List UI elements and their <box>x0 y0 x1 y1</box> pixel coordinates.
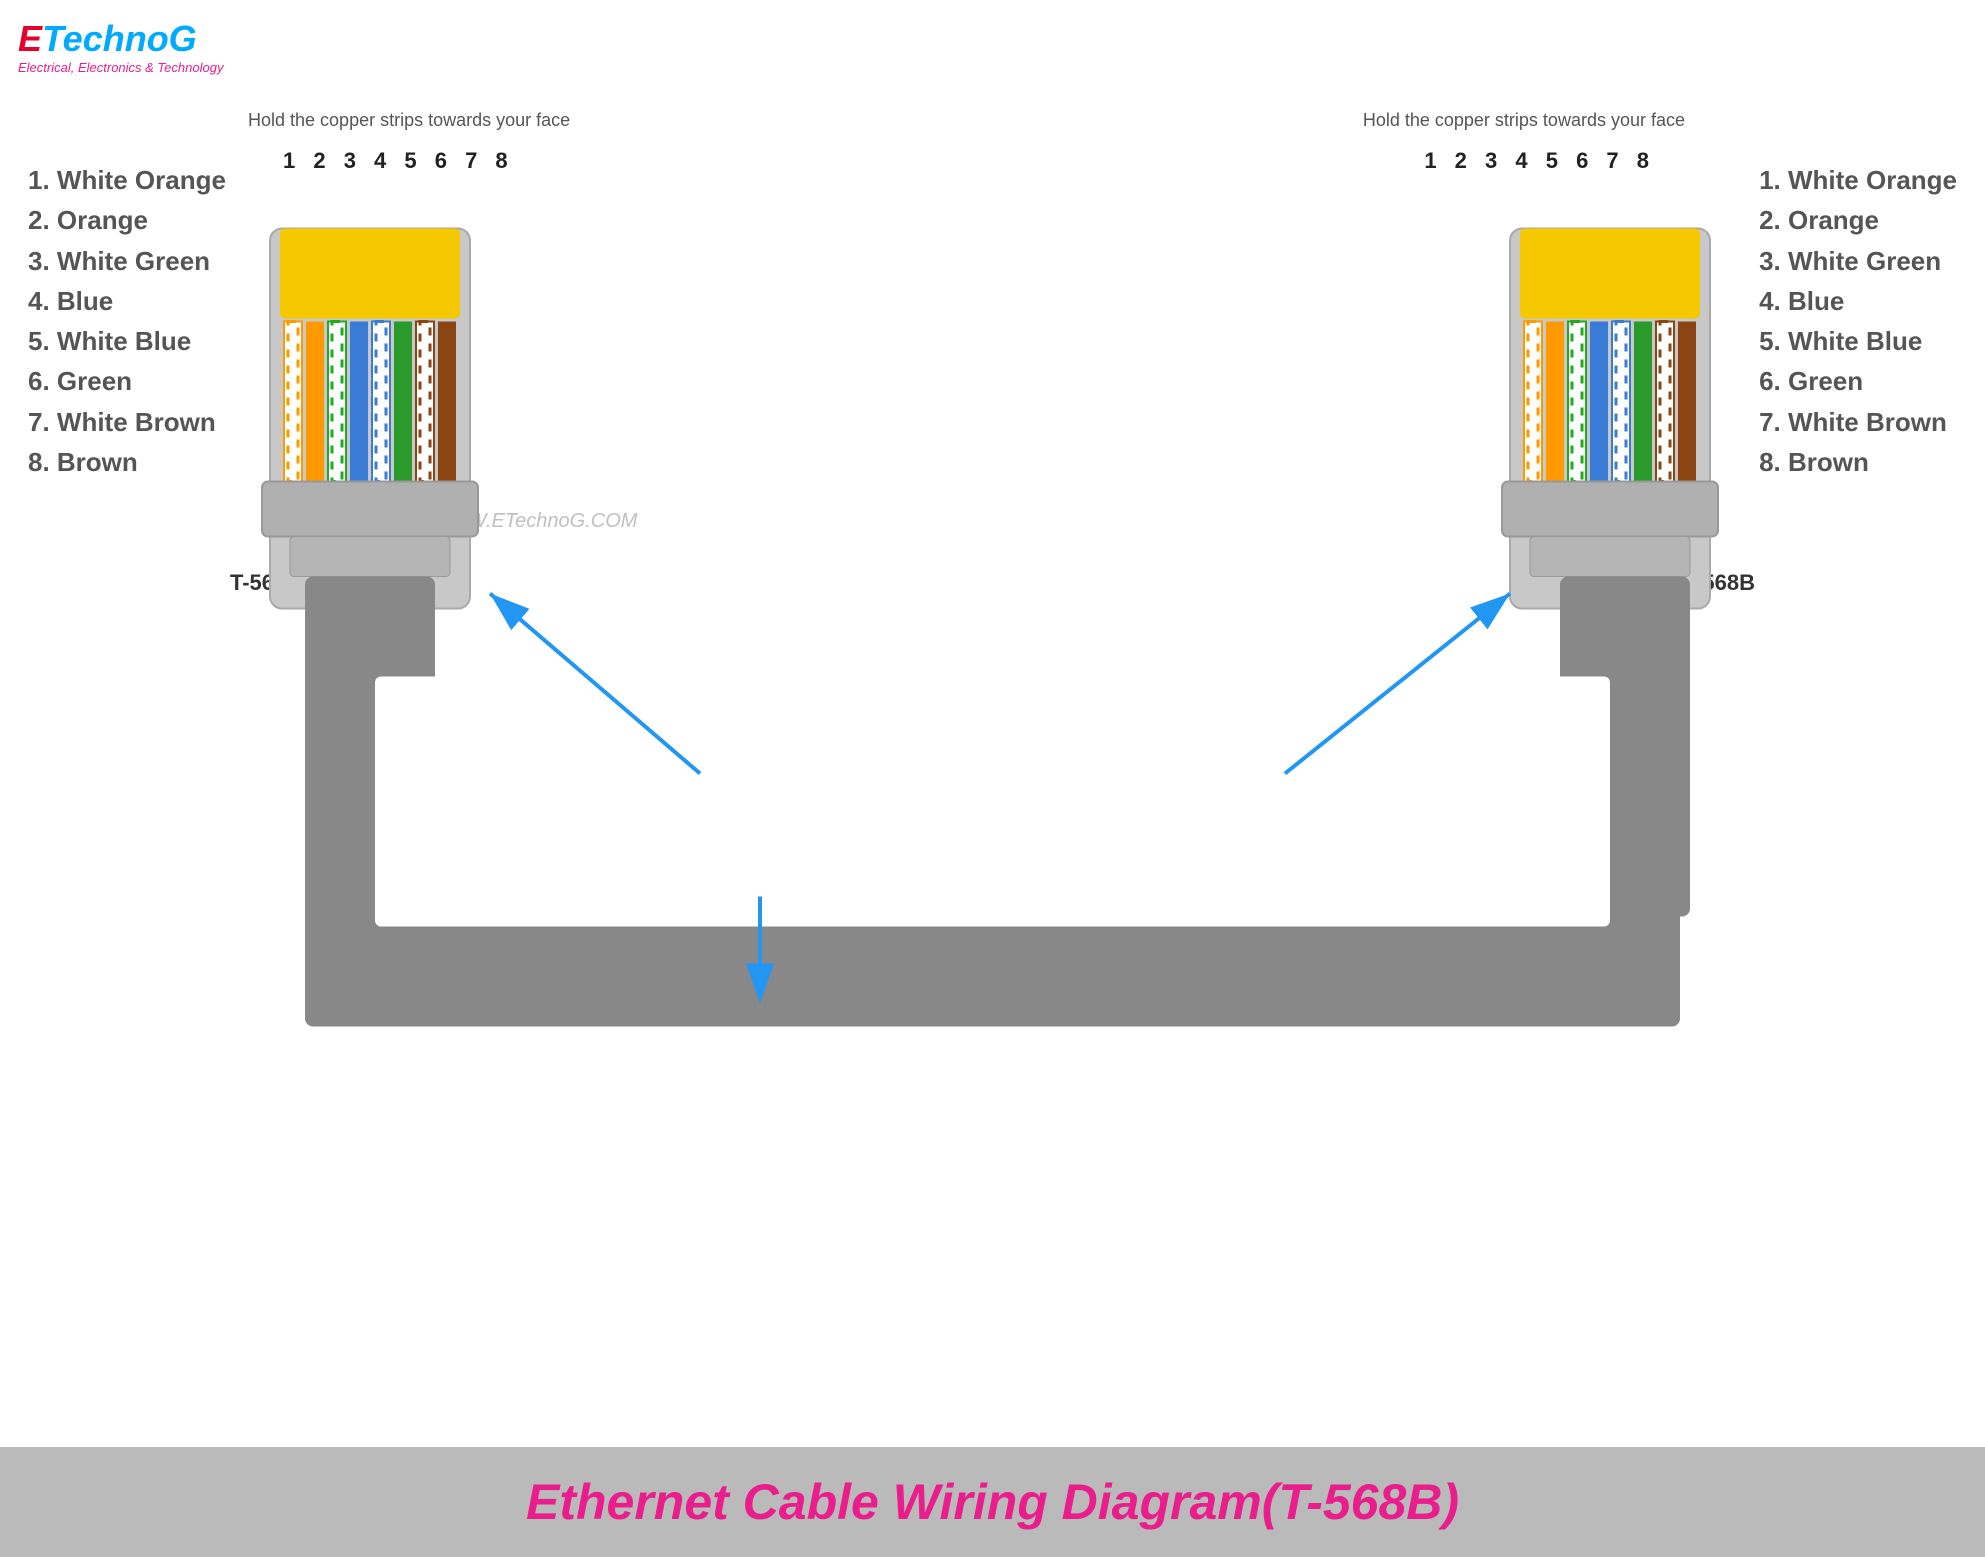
logo: ETechnoG Electrical, Electronics & Techn… <box>18 18 223 75</box>
list-item: 7. White Brown <box>1759 402 1957 442</box>
list-item: 3. White Green <box>28 241 226 281</box>
caption-right: Hold the copper strips towards your face <box>1363 110 1685 131</box>
bottom-banner: Ethernet Cable Wiring Diagram(T-568B) <box>0 1447 1985 1557</box>
banner-text: Ethernet Cable Wiring Diagram(T-568B) <box>526 1473 1459 1531</box>
pin-numbers-left: 1 2 3 4 5 6 7 8 <box>283 148 514 174</box>
pin-numbers-right: 1 2 3 4 5 6 7 8 <box>1424 148 1655 174</box>
logo-subtitle: Electrical, Electronics & Technology <box>18 60 223 75</box>
list-item: 4. Blue <box>28 281 226 321</box>
list-item: 1. White Orange <box>28 160 226 200</box>
wire-list-right: 1. White Orange 2. Orange 3. White Green… <box>1759 160 1957 482</box>
list-item: 4. Blue <box>1759 281 1957 321</box>
caption-left: Hold the copper strips towards your face <box>248 110 570 131</box>
diagram-svg <box>0 0 1985 1557</box>
list-item: 5. White Blue <box>1759 321 1957 361</box>
list-item: 2. Orange <box>28 200 226 240</box>
rj45-label: RJ45 Connector <box>840 720 1039 751</box>
list-item: 6. Green <box>1759 361 1957 401</box>
list-item: 5. White Blue <box>28 321 226 361</box>
list-item: 7. White Brown <box>28 402 226 442</box>
ethernet-label: Ethernet Cable <box>838 880 1022 911</box>
logo-e: E <box>18 18 42 59</box>
logo-technog: TechnoG <box>42 18 197 59</box>
list-item: 8. Brown <box>1759 442 1957 482</box>
watermark: WWW.ETechnoG.COM <box>430 510 637 533</box>
wire-list-left: 1. White Orange 2. Orange 3. White Green… <box>28 160 226 482</box>
list-item: 8. Brown <box>28 442 226 482</box>
list-item: 3. White Green <box>1759 241 1957 281</box>
list-item: 1. White Orange <box>1759 160 1957 200</box>
t568b-label-right: T-568B <box>1683 570 1755 596</box>
t568b-label-left: T-568B <box>230 570 302 596</box>
list-item: 2. Orange <box>1759 200 1957 240</box>
list-item: 6. Green <box>28 361 226 401</box>
